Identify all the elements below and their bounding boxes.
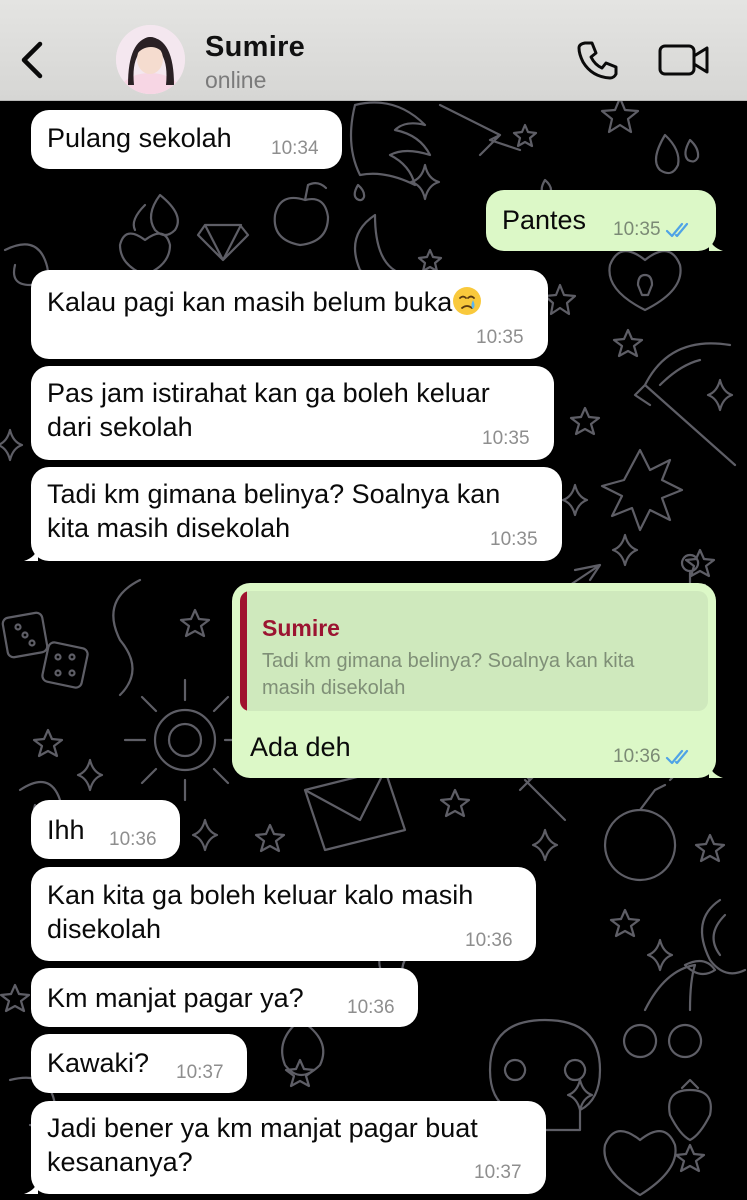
read-ticks-icon bbox=[665, 749, 688, 765]
message-bubble-incoming[interactable]: Jadi bener ya km manjat pagar buat kesan… bbox=[24, 1101, 546, 1194]
heart-lock-doodle bbox=[608, 250, 682, 312]
message-text: Ada deh bbox=[250, 732, 351, 762]
message-bubble-incoming[interactable]: Kawaki? 10:37 bbox=[31, 1034, 247, 1093]
bomb-doodle bbox=[603, 770, 680, 882]
message-time: 10:37 bbox=[176, 1062, 224, 1083]
message-text-line: Pas jam istirahat kan ga boleh keluar bbox=[47, 378, 490, 408]
reply-sender-name: Sumire bbox=[262, 615, 340, 641]
message-bubble-incoming[interactable]: Pulang sekolah 10:34 bbox=[31, 110, 342, 169]
message-time: 10:35 bbox=[482, 428, 530, 449]
flame-doodle bbox=[132, 193, 179, 237]
message-text-line: Jadi bener ya km manjat pagar buat bbox=[47, 1113, 478, 1143]
message-text: Ihh bbox=[47, 815, 85, 845]
message-time: 10:36 bbox=[347, 997, 395, 1018]
comet-doodle bbox=[438, 103, 522, 157]
read-ticks-icon bbox=[665, 222, 688, 238]
message-text-line: Kan kita ga boleh keluar kalo masih bbox=[47, 880, 474, 910]
quoted-reply[interactable]: Sumire Tadi km gimana belinya? Soalnya k… bbox=[240, 591, 708, 711]
message-time: 10:37 bbox=[474, 1162, 522, 1183]
chat-header: Sumire online bbox=[0, 0, 747, 101]
message-text: Pulang sekolah bbox=[47, 123, 232, 153]
message-time: 10:36 bbox=[613, 746, 661, 767]
strawberry-doodle bbox=[668, 1078, 712, 1142]
drop-doodle bbox=[654, 133, 700, 175]
apple-doodle bbox=[273, 181, 330, 247]
phone-call-icon[interactable] bbox=[576, 38, 620, 82]
message-time-status: 10:36 bbox=[613, 747, 693, 767]
back-chevron-icon[interactable] bbox=[14, 36, 50, 84]
message-text-line: kita masih disekolah bbox=[47, 513, 291, 543]
sun-doodle bbox=[123, 678, 247, 802]
message-bubble-incoming[interactable]: Km manjat pagar ya? 10:36 bbox=[31, 968, 418, 1027]
bubble-tail bbox=[24, 1180, 38, 1194]
message-text-line: kesananya? bbox=[47, 1147, 193, 1177]
contact-name[interactable]: Sumire bbox=[205, 31, 305, 64]
message-time: 10:36 bbox=[465, 930, 513, 951]
message-bubble-incoming[interactable]: Tadi km gimana belinya? Soalnya kan kita… bbox=[24, 467, 562, 561]
reply-quoted-text: Tadi km gimana belinya? Soalnya kan kita… bbox=[262, 648, 702, 702]
message-text-line: Tadi km gimana belinya? Soalnya kan bbox=[47, 479, 501, 509]
reply-quoted-line: Tadi km gimana belinya? Soalnya kan kita bbox=[262, 650, 635, 672]
contact-status: online bbox=[205, 67, 267, 93]
reply-accent-bar bbox=[240, 591, 247, 711]
message-text: Pantes bbox=[502, 205, 587, 235]
message-text: Kalau pagi kan masih belum buka bbox=[47, 287, 453, 317]
diamond-doodle bbox=[196, 223, 250, 262]
message-time: 10:34 bbox=[271, 138, 319, 159]
message-bubble-incoming[interactable]: Kalau pagi kan masih belum buka 10:35 bbox=[31, 270, 548, 359]
cherries-doodle bbox=[622, 959, 717, 1059]
arrow-doodle bbox=[568, 563, 602, 587]
message-time-status: 10:35 bbox=[613, 220, 693, 240]
bubble-tail bbox=[24, 547, 38, 561]
contact-avatar[interactable] bbox=[116, 25, 185, 94]
wing-doodle bbox=[349, 101, 432, 187]
message-text-line: dari sekolah bbox=[47, 412, 193, 442]
message-text-line: disekolah bbox=[47, 914, 162, 944]
message-text: Km manjat pagar ya? bbox=[47, 983, 304, 1013]
dice-doodle bbox=[1, 611, 89, 689]
bubble-tail bbox=[709, 237, 723, 251]
bubble-tail bbox=[709, 764, 723, 778]
envelope-doodle bbox=[303, 768, 407, 852]
message-time: 10:35 bbox=[476, 327, 524, 348]
heart-doodle-bottom bbox=[603, 1130, 677, 1197]
burst-doodle bbox=[600, 448, 684, 532]
message-bubble-incoming[interactable]: Ihh 10:36 bbox=[31, 800, 180, 859]
message-bubble-incoming[interactable]: Kan kita ga boleh keluar kalo masih dise… bbox=[31, 867, 536, 961]
message-time: 10:35 bbox=[613, 219, 661, 240]
scythe-doodle bbox=[633, 342, 737, 467]
message-bubble-incoming[interactable]: Pas jam istirahat kan ga boleh keluar da… bbox=[31, 366, 554, 460]
heart-doodle bbox=[118, 232, 172, 277]
message-time: 10:36 bbox=[109, 829, 157, 850]
message-bubble-outgoing-reply[interactable]: Sumire Tadi km gimana belinya? Soalnya k… bbox=[232, 583, 723, 778]
video-call-icon[interactable] bbox=[657, 40, 711, 80]
message-text: Kawaki? bbox=[47, 1048, 150, 1078]
crying-face-emoji-icon bbox=[453, 287, 482, 315]
reply-quoted-line: masih disekolah bbox=[262, 677, 406, 699]
message-bubble-outgoing[interactable]: Pantes 10:35 bbox=[486, 190, 723, 251]
tentacle-doodle bbox=[112, 578, 142, 697]
message-time: 10:35 bbox=[490, 529, 538, 550]
